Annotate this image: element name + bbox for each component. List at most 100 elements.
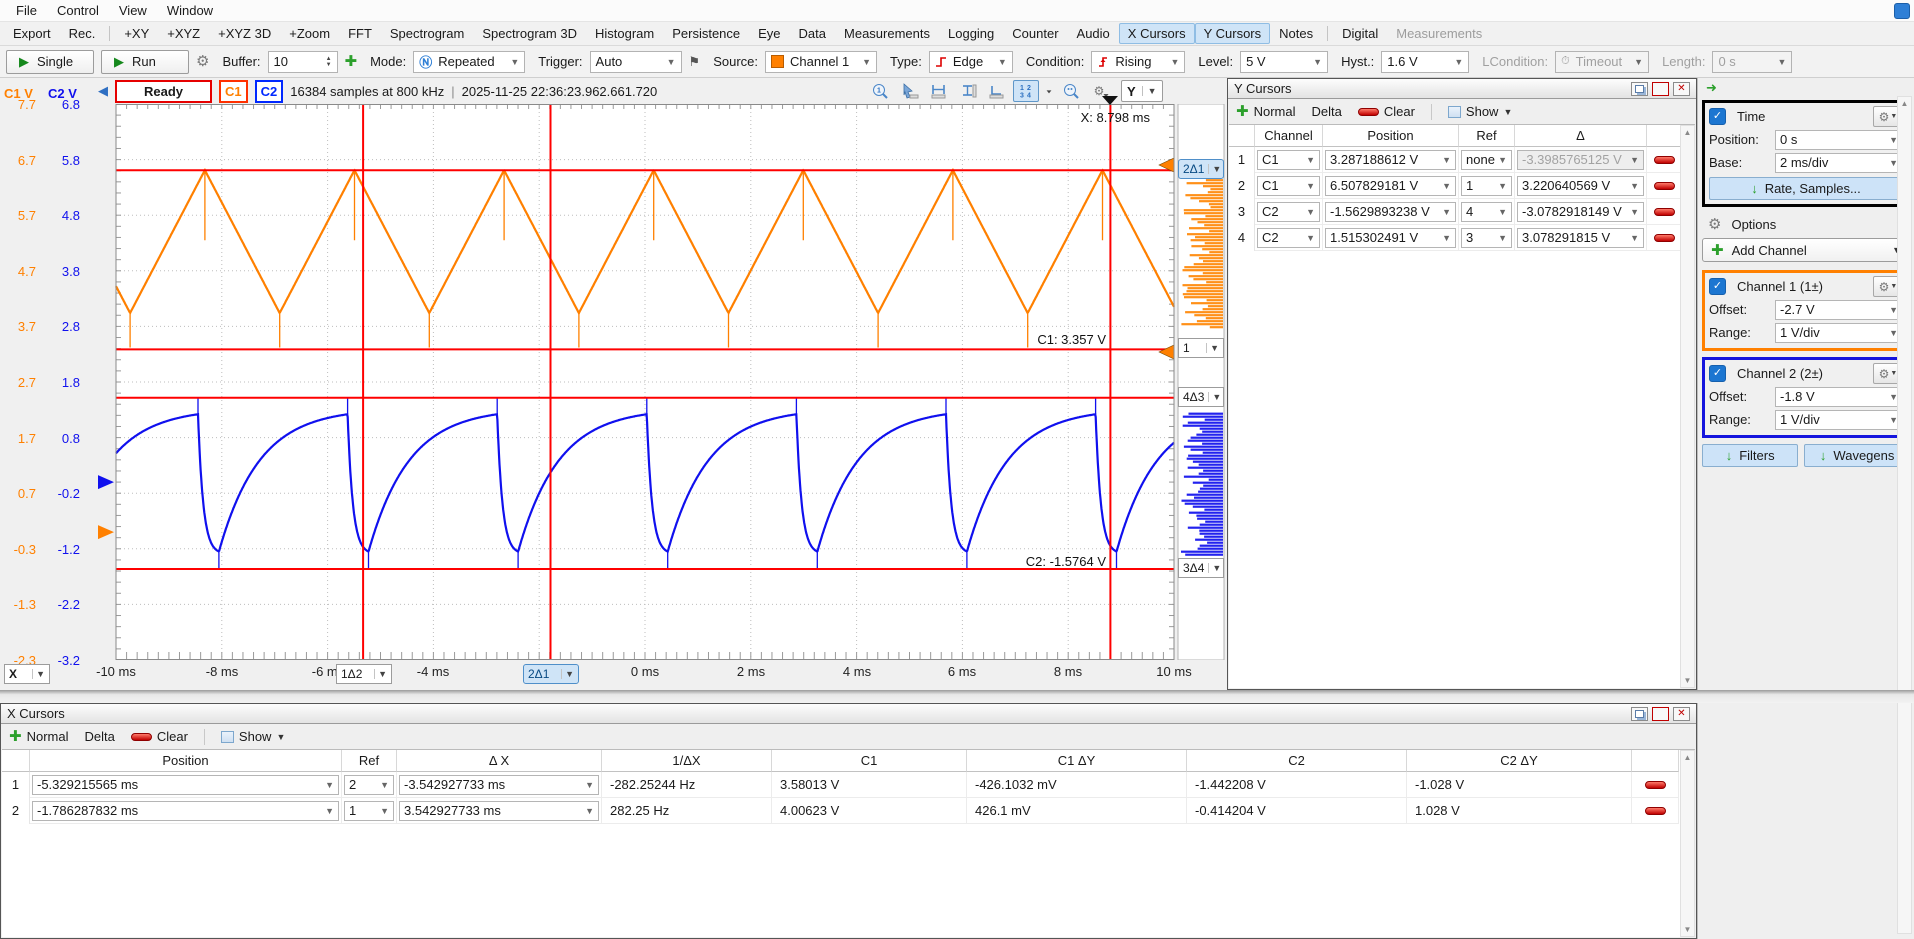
x-cursors-scrollbar[interactable]: ▲ ▼ <box>1680 750 1695 937</box>
y-axis-mode-select[interactable]: Y▼ <box>1121 80 1163 102</box>
maximize-icon[interactable] <box>1652 82 1669 96</box>
add-normal-cursor-button[interactable]: ✚Normal <box>9 729 68 744</box>
options-row[interactable]: ⚙ Options ▼ <box>1698 213 1914 236</box>
tab-export[interactable]: Export <box>4 23 60 44</box>
mode-select[interactable]: Ⓝ Repeated ▼ <box>413 51 525 73</box>
menu-control[interactable]: Control <box>47 1 109 20</box>
caret-down-icon[interactable] <box>1042 80 1056 102</box>
y-cursors-scrollbar[interactable]: ▲ ▼ <box>1680 125 1695 688</box>
tab-counter[interactable]: Counter <box>1003 23 1067 44</box>
tab-channel2[interactable]: C2 <box>255 80 284 103</box>
tab-rec-[interactable]: Rec. <box>60 23 105 44</box>
remove-cursor-button[interactable] <box>1654 208 1675 216</box>
ref-select[interactable]: none▼ <box>1461 150 1512 170</box>
add-normal-cursor-button[interactable]: ✚Normal <box>1236 104 1295 119</box>
maximize-icon[interactable] <box>1652 707 1669 721</box>
ref-select[interactable]: 2▼ <box>344 775 394 795</box>
tab-logging[interactable]: Logging <box>939 23 1003 44</box>
delta-select[interactable]: 3.220640569 V▼ <box>1517 176 1644 196</box>
delta-select[interactable]: 3.078291815 V▼ <box>1517 228 1644 248</box>
tab-histogram[interactable]: Histogram <box>586 23 663 44</box>
tab-fft[interactable]: FFT <box>339 23 381 44</box>
clear-cursors-button[interactable]: Clear <box>131 729 188 744</box>
position-select[interactable]: 3.287188612 V▼ <box>1325 150 1456 170</box>
channel-select[interactable]: C2▼ <box>1257 228 1320 248</box>
x-cursors-titlebar[interactable]: X Cursors ✕ <box>1 704 1696 724</box>
channel2-range-select[interactable]: 1 V/div▼ <box>1775 410 1903 430</box>
clear-cursors-button[interactable]: Clear <box>1358 104 1415 119</box>
add-mode-icon[interactable]: ✚ <box>345 54 358 69</box>
collapse-left-icon[interactable]: ◀ <box>98 83 108 99</box>
channel1-offset-select[interactable]: -2.7 V▼ <box>1775 300 1903 320</box>
trigger-select[interactable]: Auto ▼ <box>590 51 682 73</box>
tab-audio[interactable]: Audio <box>1068 23 1119 44</box>
ref-select[interactable]: 1▼ <box>1461 176 1512 196</box>
quad-view-icon[interactable]: 1234 <box>1013 80 1039 102</box>
corner-ruler-icon[interactable] <box>984 80 1010 102</box>
window-icon[interactable] <box>1894 3 1910 19</box>
condition-select[interactable]: Rising ▼ <box>1091 51 1185 73</box>
length-select[interactable]: 0 s ▼ <box>1712 51 1792 73</box>
channel1-checkbox[interactable]: ✓ <box>1709 278 1726 295</box>
menu-file[interactable]: File <box>6 1 47 20</box>
expand-right-icon[interactable]: ➜ <box>1698 78 1914 98</box>
delta-x-select[interactable]: 3.542927733 ms▼ <box>399 801 599 821</box>
add-channel-button[interactable]: ✚ Add Channel ▼ <box>1702 238 1910 262</box>
tab-digital[interactable]: Digital <box>1333 23 1387 44</box>
delta-select[interactable]: -3.0782918149 V▼ <box>1517 202 1644 222</box>
position-select[interactable]: 6.507829181 V▼ <box>1325 176 1456 196</box>
add-delta-cursor-button[interactable]: Delta <box>84 729 114 744</box>
lcondition-select[interactable]: ⏱ Timeout ▼ <box>1555 51 1649 73</box>
filters-button[interactable]: ↓ Filters <box>1702 444 1798 467</box>
rate-samples-button[interactable]: ↓ Rate, Samples... <box>1709 177 1903 200</box>
remove-cursor-button[interactable] <box>1645 807 1666 815</box>
time-base-select[interactable]: 2 ms/div▼ <box>1775 153 1903 173</box>
ruler-cursor-marker-1Δ2[interactable]: 1Δ2▼ <box>336 664 392 684</box>
channel2-checkbox[interactable]: ✓ <box>1709 365 1726 382</box>
y-cursor-marker-2Δ1[interactable]: 2Δ1▼ <box>1178 159 1224 179</box>
tab-notes[interactable]: Notes <box>1270 23 1322 44</box>
menu-window[interactable]: Window <box>157 1 223 20</box>
type-select[interactable]: Edge ▼ <box>929 51 1013 73</box>
time-checkbox[interactable]: ✓ <box>1709 108 1726 125</box>
tab-measurements[interactable]: Measurements <box>835 23 939 44</box>
channel2-offset-select[interactable]: -1.8 V▼ <box>1775 387 1903 407</box>
y-cursor-marker-3Δ4[interactable]: 3Δ4▼ <box>1178 558 1224 578</box>
horizontal-ruler-icon[interactable] <box>926 80 952 102</box>
remove-cursor-button[interactable] <box>1654 182 1675 190</box>
delta-x-select[interactable]: -3.542927733 ms▼ <box>399 775 599 795</box>
show-menu-button[interactable]: Show▼ <box>221 729 285 744</box>
tab-eye[interactable]: Eye <box>749 23 789 44</box>
x-axis-mode-select[interactable]: X▼ <box>4 664 50 684</box>
y-cursor-marker-4Δ3[interactable]: 4Δ3▼ <box>1178 387 1224 407</box>
position-select[interactable]: -1.786287832 ms▼ <box>32 801 339 821</box>
tab-spectrogram[interactable]: Spectrogram <box>381 23 473 44</box>
crosshair-top-marker-icon[interactable] <box>1102 96 1118 105</box>
tab-x-cursors[interactable]: X Cursors <box>1119 23 1195 44</box>
level-select[interactable]: 5 V ▼ <box>1240 51 1328 73</box>
float-window-icon[interactable] <box>1631 707 1648 721</box>
menu-view[interactable]: View <box>109 1 157 20</box>
close-icon[interactable]: ✕ <box>1673 82 1690 96</box>
ref-select[interactable]: 3▼ <box>1461 228 1512 248</box>
tab-measurements[interactable]: Measurements <box>1387 23 1491 44</box>
channel-select[interactable]: C1▼ <box>1257 176 1320 196</box>
remove-cursor-button[interactable] <box>1645 781 1666 789</box>
tab--xyz-3d[interactable]: +XYZ 3D <box>209 23 280 44</box>
time-position-select[interactable]: 0 s▼ <box>1775 130 1903 150</box>
zoom-icon[interactable] <box>1059 80 1085 102</box>
remove-cursor-button[interactable] <box>1654 156 1675 164</box>
ref-select[interactable]: 4▼ <box>1461 202 1512 222</box>
channel1-range-select[interactable]: 1 V/div▼ <box>1775 323 1903 343</box>
position-select[interactable]: 1.515302491 V▼ <box>1325 228 1456 248</box>
hysteresis-select[interactable]: 1.6 V ▼ <box>1381 51 1469 73</box>
channel-select[interactable]: C2▼ <box>1257 202 1320 222</box>
remove-cursor-button[interactable] <box>1654 234 1675 242</box>
channel-select[interactable]: C1▼ <box>1257 150 1320 170</box>
buffer-spinbox[interactable]: 10 ▲▼ <box>268 51 338 73</box>
close-icon[interactable]: ✕ <box>1673 707 1690 721</box>
show-menu-button[interactable]: Show▼ <box>1448 104 1512 119</box>
horizontal-splitter[interactable] <box>0 690 1914 703</box>
tab--zoom[interactable]: +Zoom <box>280 23 339 44</box>
position-select[interactable]: -5.329215565 ms▼ <box>32 775 339 795</box>
